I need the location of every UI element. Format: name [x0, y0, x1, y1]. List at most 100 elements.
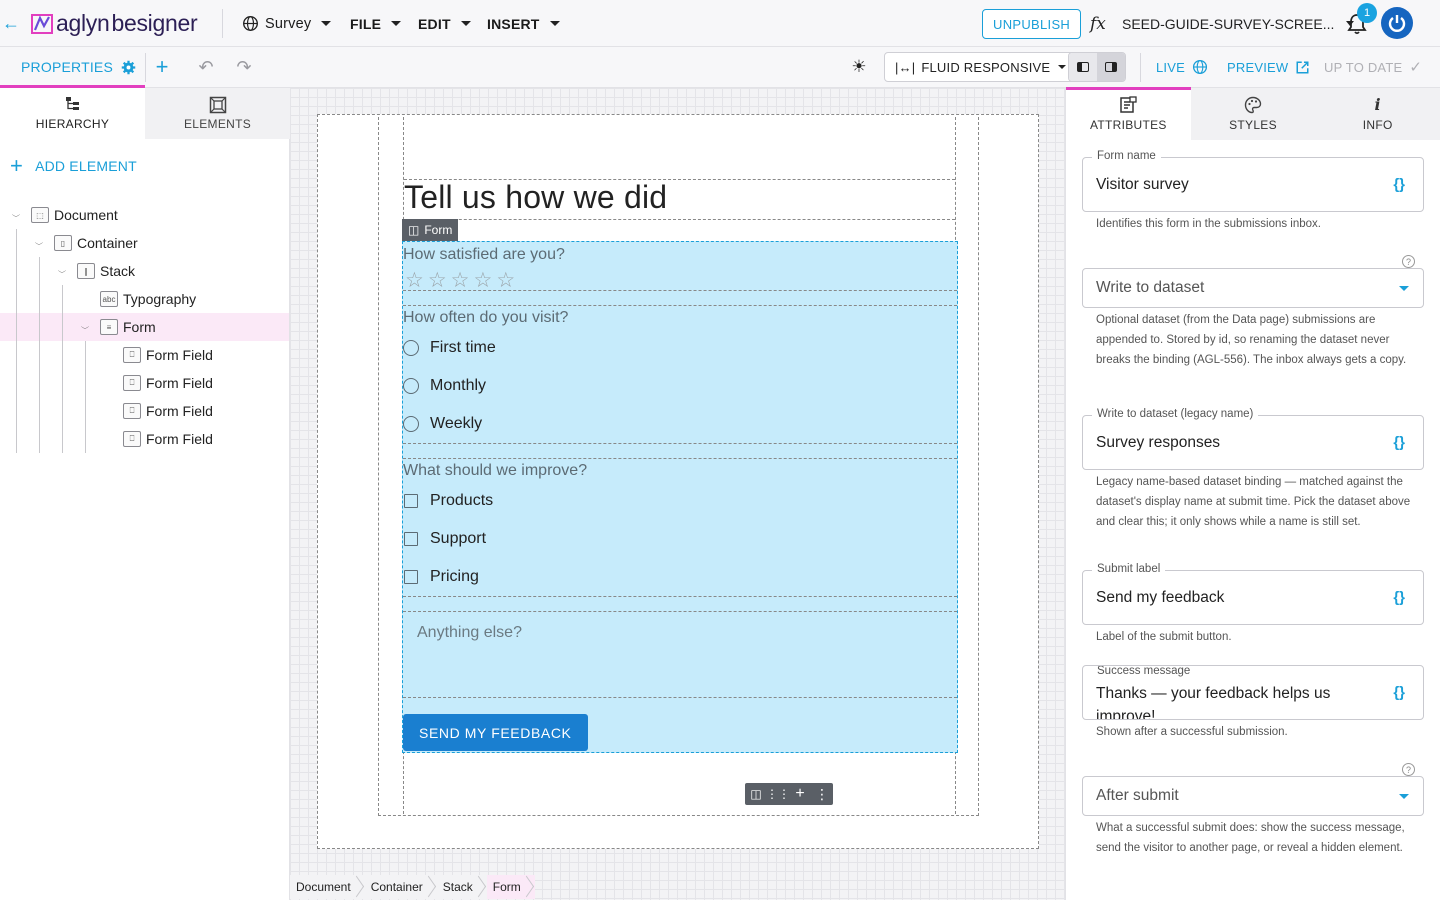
form-selection-chip[interactable]: ◫ Form [402, 219, 459, 241]
binding-braces-icon[interactable]: {} [1393, 158, 1405, 211]
tree-item[interactable]: ⌵ ▯ Container [0, 229, 289, 257]
form-name-field[interactable]: Form name Visitor survey {} [1082, 150, 1424, 212]
fx-icon[interactable]: fx [1090, 0, 1106, 47]
back-arrow-icon[interactable]: ← [2, 0, 20, 47]
radio-option[interactable]: Weekly [403, 415, 482, 433]
insert-menu[interactable]: INSERT [487, 0, 560, 47]
success-message-value[interactable]: Thanks — your feedback helps us improve! [1096, 682, 1356, 719]
drag-handle-icon[interactable]: ⋮⋮ [766, 783, 790, 805]
page-heading[interactable]: Tell us how we did [404, 179, 667, 216]
radio-button[interactable] [403, 378, 419, 394]
tab-elements[interactable]: ELEMENTS [145, 88, 290, 139]
chevron-down-icon[interactable]: ⌵ [56, 267, 68, 275]
binding-braces-icon[interactable]: {} [1393, 666, 1405, 719]
tree-item[interactable]: ⌵⎕Form Field [0, 369, 289, 397]
tree-item[interactable]: ⌵⎕Form Field [0, 341, 289, 369]
help-circle-icon[interactable]: ? [1402, 255, 1415, 268]
help-circle-icon[interactable]: ? [1402, 763, 1415, 776]
stack-frame[interactable]: Tell us how we did ◫ Form How satisfied … [402, 117, 958, 814]
tab-info[interactable]: i INFO [1315, 88, 1440, 140]
design-canvas[interactable]: Tell us how we did ◫ Form How satisfied … [290, 88, 1066, 900]
chevron-down-icon [1058, 65, 1067, 69]
left-panel-toggle[interactable] [1069, 53, 1097, 81]
project-menu-label: Survey [265, 15, 312, 32]
write-to-dataset-select[interactable]: Write to dataset [1082, 268, 1424, 308]
breadcrumb-item[interactable]: Form [486, 875, 535, 899]
radio-button[interactable] [403, 416, 419, 432]
right-panel-icon [1105, 62, 1117, 72]
project-menu[interactable]: Survey [242, 0, 332, 47]
tree-item[interactable]: ⌵abcTypography [0, 285, 289, 313]
add-icon[interactable]: + [789, 783, 811, 805]
chevron-down-icon[interactable]: ⌵ [10, 211, 22, 219]
form-element[interactable]: How satisfied are you? ☆ ☆ ☆ ☆ ☆ How often d… [402, 241, 958, 753]
edit-menu[interactable]: EDIT [418, 0, 471, 47]
checkbox-label: Support [430, 530, 487, 547]
submit-label-field[interactable]: Submit label Send my feedback {} [1082, 563, 1424, 625]
breadcrumb-item[interactable]: Document [290, 875, 365, 899]
file-menu[interactable]: FILE [350, 0, 402, 47]
form-name-value[interactable]: Visitor survey [1096, 158, 1189, 211]
unpublish-button[interactable]: UNPUBLISH [982, 9, 1082, 39]
submit-label-value[interactable]: Send my feedback [1096, 571, 1224, 624]
document-frame[interactable]: Tell us how we did ◫ Form How satisfied … [317, 114, 1039, 849]
form-icon[interactable]: ◫ [745, 783, 767, 805]
theme-toggle-icon[interactable]: ☀ [848, 47, 870, 87]
attributes-icon [1119, 96, 1137, 114]
legacy-dataset-value[interactable]: Survey responses [1096, 416, 1220, 469]
tree-item-label: Document [54, 207, 118, 223]
checkbox-option[interactable]: Products [403, 492, 493, 510]
live-button[interactable]: LIVE [1156, 47, 1208, 87]
preview-button[interactable]: PREVIEW [1227, 47, 1310, 87]
undo-icon[interactable]: ↶ [193, 47, 219, 87]
redo-icon[interactable]: ↷ [231, 47, 257, 87]
radio-button[interactable] [403, 340, 419, 356]
tree-item[interactable]: ⌵ ∥ Stack [0, 257, 289, 285]
after-submit-select[interactable]: After submit [1082, 776, 1424, 816]
tree-item[interactable]: ⌵ ⬚ Document [0, 201, 289, 229]
tab-hierarchy[interactable]: HIERARCHY [0, 88, 145, 139]
tab-styles[interactable]: STYLES [1190, 88, 1316, 140]
legacy-dataset-field[interactable]: Write to dataset (legacy name) Survey re… [1082, 408, 1424, 470]
radio-option[interactable]: Monthly [403, 377, 486, 395]
right-panel-toggle[interactable] [1097, 53, 1125, 81]
properties-label: PROPERTIES [21, 59, 113, 75]
binding-braces-icon[interactable]: {} [1393, 416, 1405, 469]
chevron-down-icon[interactable]: ⌵ [33, 239, 45, 247]
add-icon[interactable]: + [149, 47, 175, 87]
chevron-down-icon[interactable]: ⌵ [79, 323, 91, 331]
right-panel: ATTRIBUTES STYLES i INFO Form name Visit… [1066, 87, 1440, 900]
divider [403, 611, 957, 612]
checkbox-option[interactable]: Support [403, 530, 486, 548]
more-vertical-icon[interactable]: ⋮ [811, 783, 833, 805]
tab-attributes[interactable]: ATTRIBUTES [1066, 87, 1191, 140]
checkbox[interactable] [404, 532, 418, 546]
file-menu-label: FILE [350, 15, 382, 32]
container-frame[interactable]: Tell us how we did ◫ Form How satisfied … [378, 117, 979, 816]
page-selector[interactable]: SEED-GUIDE-SURVEY-SCREE... [1122, 0, 1355, 47]
tree-item-label: Form Field [146, 431, 213, 447]
account-power-icon[interactable] [1381, 7, 1413, 39]
textarea-anything-else[interactable]: Anything else? [417, 624, 522, 642]
properties-tab[interactable]: PROPERTIES [0, 47, 145, 88]
checkbox[interactable] [404, 494, 418, 508]
submit-button[interactable]: SEND MY FEEDBACK [403, 714, 588, 751]
breadcrumb-item[interactable]: Container [365, 875, 437, 899]
checkbox[interactable] [404, 570, 418, 584]
add-element-button[interactable]: + ADD ELEMENT [10, 155, 137, 177]
tree-guide-line [16, 229, 17, 453]
preview-label: PREVIEW [1227, 59, 1289, 75]
live-label: LIVE [1156, 59, 1185, 75]
tree-item[interactable]: ⌵⎕Form Field [0, 425, 289, 453]
radio-option[interactable]: First time [403, 339, 496, 357]
tree-item[interactable]: ⌵⎕Form Field [0, 397, 289, 425]
form-field-icon: ⎕ [123, 375, 141, 391]
checkbox-option[interactable]: Pricing [403, 568, 479, 586]
save-status: UP TO DATE ✓ [1324, 47, 1422, 87]
chevron-down-icon [391, 21, 402, 26]
success-message-field[interactable]: Success message Thanks — your feedback h… [1082, 665, 1424, 720]
tree-item[interactable]: ⌵ ≡ Form [0, 313, 289, 341]
responsive-mode-select[interactable]: |↔| FLUID RESPONSIVE [884, 52, 1078, 82]
binding-braces-icon[interactable]: {} [1393, 571, 1405, 624]
breadcrumb-item[interactable]: Stack [437, 875, 487, 899]
